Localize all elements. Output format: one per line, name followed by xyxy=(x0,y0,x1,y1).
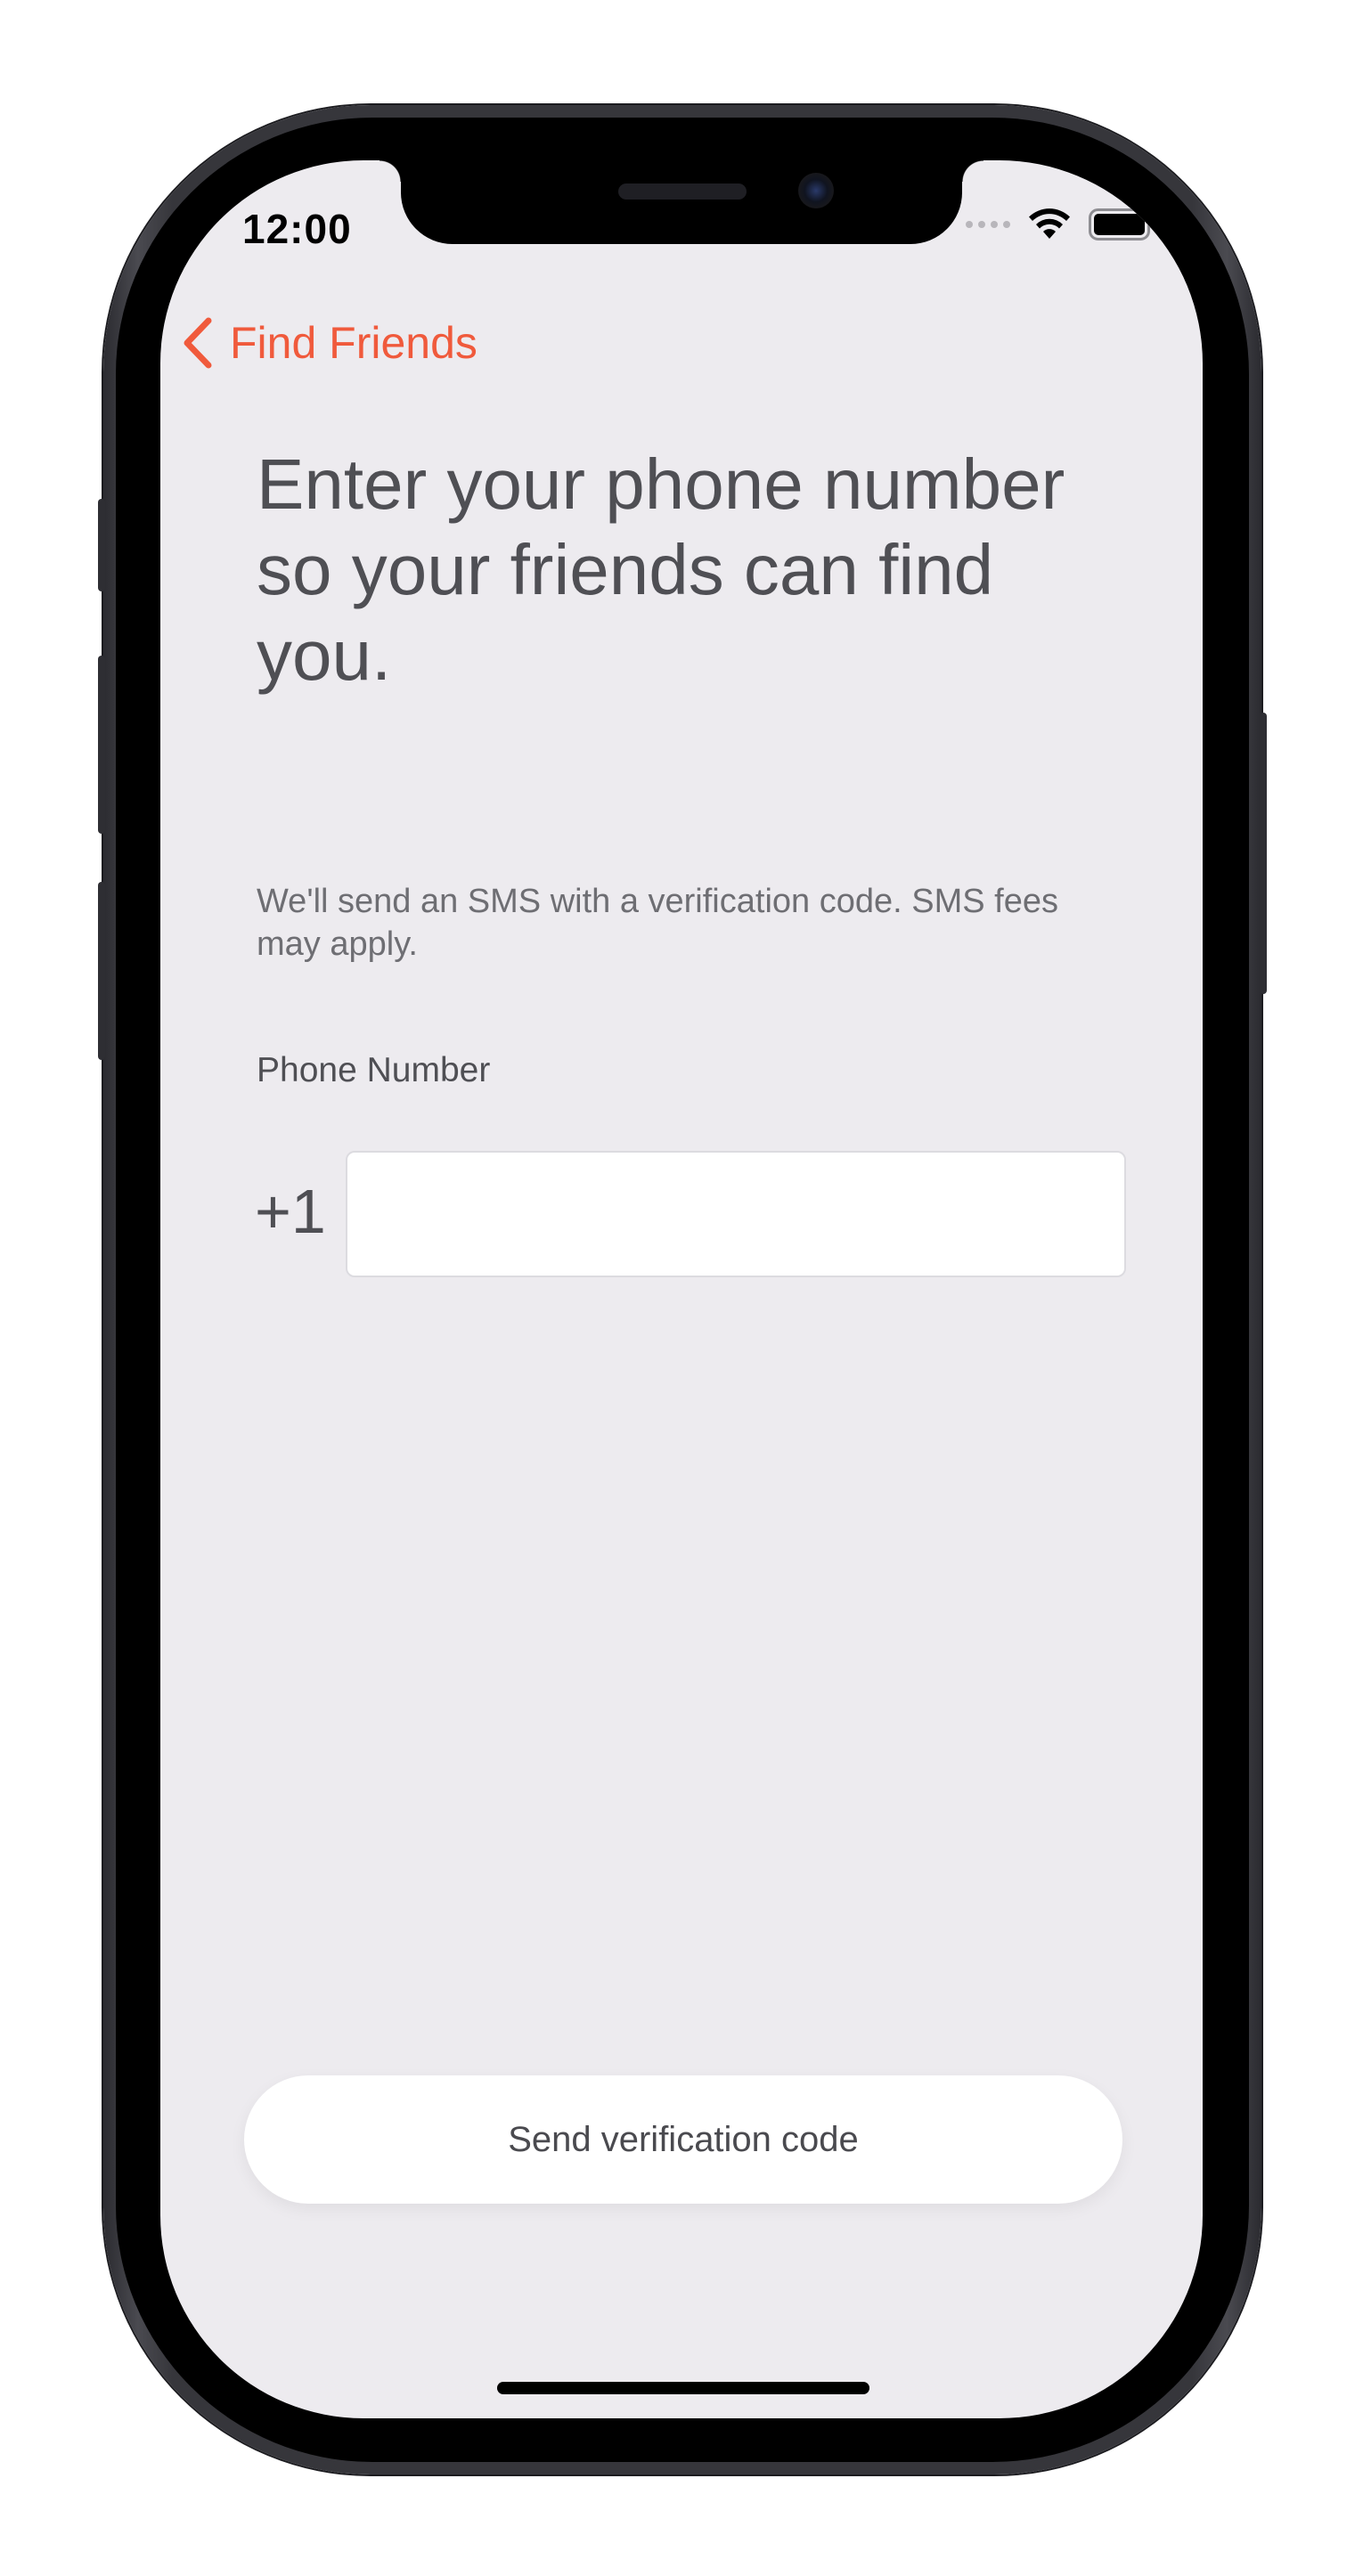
send-verification-code-button[interactable]: Send verification code xyxy=(244,2075,1122,2204)
volume-up-button xyxy=(98,656,105,834)
cellular-signal-icon xyxy=(966,221,1010,228)
back-button-label: Find Friends xyxy=(230,318,477,368)
home-indicator[interactable] xyxy=(497,2382,869,2394)
phone-number-label: Phone Number xyxy=(257,1051,491,1089)
earpiece-speaker xyxy=(618,183,747,200)
phone-screen: 12:00 Find Friends Enter your phone numb… xyxy=(160,160,1203,2418)
country-code: +1 xyxy=(255,1177,326,1246)
notch xyxy=(380,160,983,244)
page-description: We'll send an SMS with a verification co… xyxy=(257,883,1058,963)
phone-number-input[interactable] xyxy=(346,1151,1126,1277)
power-button xyxy=(1260,713,1267,994)
status-time: 12:00 xyxy=(242,206,352,252)
volume-down-button xyxy=(98,882,105,1060)
mute-switch xyxy=(98,499,105,591)
status-icons xyxy=(966,207,1156,242)
battery-icon xyxy=(1089,208,1155,240)
front-camera xyxy=(798,173,834,208)
chevron-left-icon xyxy=(184,317,212,369)
page-title: Enter your phone number so your friends … xyxy=(257,444,1065,695)
back-button[interactable]: Find Friends xyxy=(182,312,477,374)
wifi-icon xyxy=(1029,208,1070,239)
